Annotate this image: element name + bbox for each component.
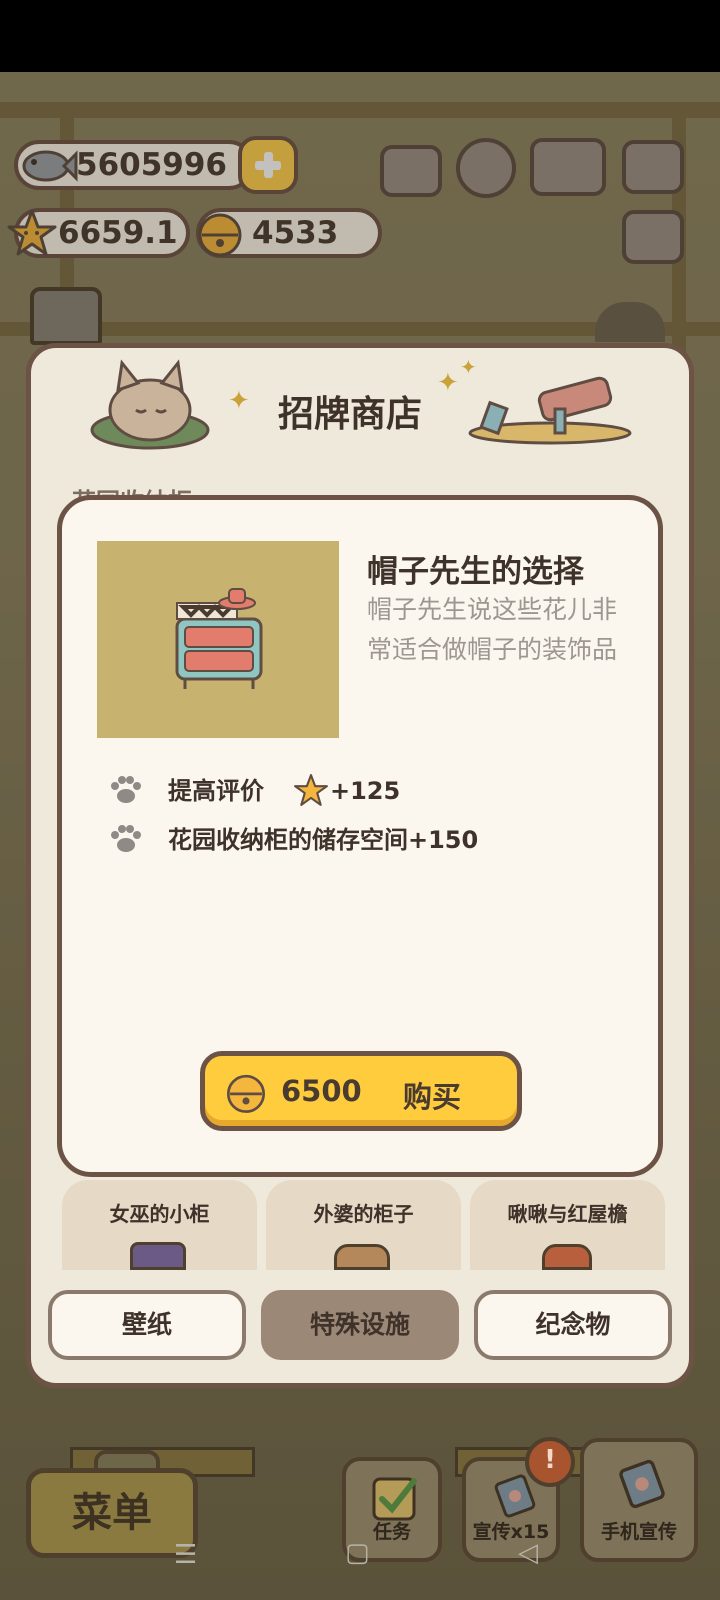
home-icon[interactable]: ▢ bbox=[345, 1538, 370, 1568]
tab-souvenirs[interactable]: 纪念物 bbox=[474, 1290, 672, 1360]
sparkle-icon: ✦ bbox=[228, 386, 250, 416]
product-thumbnail bbox=[130, 1242, 186, 1270]
phone-promo-label: 手机宣传 bbox=[600, 1521, 677, 1543]
paw-icon bbox=[111, 825, 141, 852]
menu-button[interactable]: 菜单 bbox=[26, 1468, 198, 1558]
product-card[interactable]: 啾啾与红屋檐 bbox=[470, 1180, 665, 1270]
bell-icon bbox=[226, 1074, 266, 1113]
recent-apps-icon[interactable]: ☰ bbox=[174, 1540, 197, 1570]
tab-wallpaper[interactable]: 壁纸 bbox=[48, 1290, 246, 1360]
sleeping-cat-illustration bbox=[90, 359, 210, 450]
tab-special-facilities[interactable]: 特殊设施 bbox=[261, 1290, 459, 1360]
notification-badge-text: ! bbox=[544, 1445, 556, 1475]
effect-text: 提高评价 bbox=[168, 777, 264, 805]
star-icon bbox=[294, 774, 328, 806]
product-thumbnail bbox=[542, 1244, 592, 1270]
notification-badge: ! bbox=[525, 1437, 575, 1487]
product-card[interactable]: 外婆的柜子 bbox=[266, 1180, 461, 1270]
product-card[interactable]: 女巫的小柜 bbox=[62, 1180, 257, 1270]
menu-button-clip bbox=[94, 1450, 160, 1472]
paw-icon bbox=[111, 776, 141, 803]
effect-bonus: +125 bbox=[330, 777, 401, 805]
phone-promo-button[interactable]: 手机宣传 bbox=[580, 1438, 698, 1562]
buy-button[interactable]: 6500 购买 bbox=[200, 1051, 522, 1131]
back-icon[interactable]: ◁ bbox=[518, 1538, 538, 1568]
checklist-icon bbox=[372, 1477, 417, 1521]
product-name: 女巫的小柜 bbox=[109, 1202, 210, 1226]
item-name: 帽子先生的选择 bbox=[367, 554, 584, 590]
buy-price: 6500 bbox=[281, 1074, 362, 1108]
product-name: 外婆的柜子 bbox=[313, 1202, 414, 1226]
item-description: 帽子先生说这些花儿非常适合做帽子的装饰品 bbox=[367, 595, 618, 664]
status-bar bbox=[0, 0, 720, 72]
cabinet-icon bbox=[175, 588, 263, 689]
paint-roller-illustration bbox=[468, 376, 632, 445]
promo-label: 宣传x15 bbox=[472, 1521, 550, 1543]
item-preview-image bbox=[97, 541, 339, 738]
product-thumbnail bbox=[334, 1244, 390, 1270]
shop-title: 招牌商店 bbox=[277, 394, 422, 435]
phone-flyer-icon bbox=[619, 1459, 665, 1509]
product-name: 啾啾与红屋檐 bbox=[507, 1202, 628, 1226]
buy-label: 购买 bbox=[403, 1080, 462, 1114]
effect-text: 花园收纳柜的储存空间+150 bbox=[168, 826, 479, 854]
